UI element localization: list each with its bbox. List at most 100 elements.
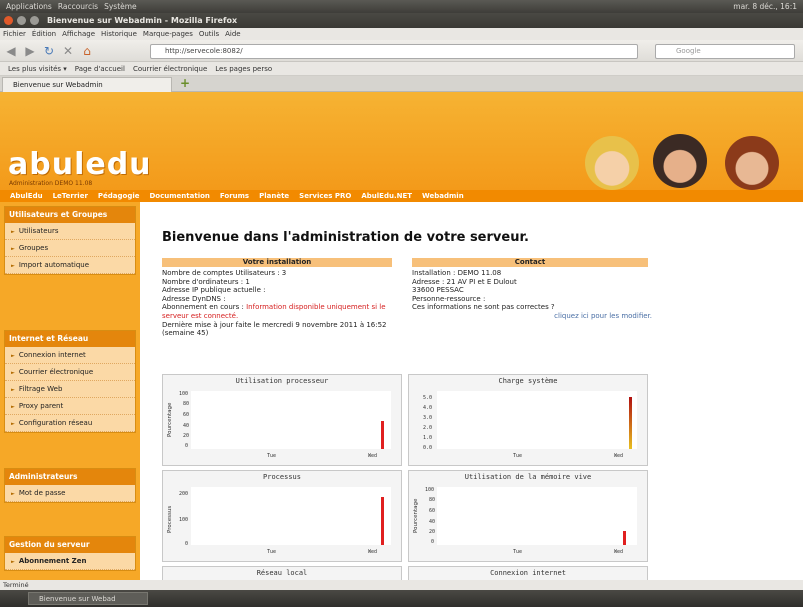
bookmark-personal-pages[interactable]: Les pages perso [215, 65, 272, 73]
chart-title: Connexion internet [490, 569, 566, 577]
sidebar-item-network-config[interactable]: Configuration réseau [5, 415, 135, 432]
menu-history[interactable]: Historique [101, 30, 137, 38]
contact-header: Contact [412, 258, 648, 267]
bookmark-most-visited[interactable]: Les plus visités ▾ [8, 65, 67, 73]
maximize-window-icon[interactable] [30, 16, 39, 25]
install-line: Adresse IP publique actuelle : [162, 286, 266, 295]
sidebar-section-title: Internet et Réseau [5, 331, 135, 347]
panel-menu-applications[interactable]: Applications [6, 2, 52, 11]
xtick: Tue [513, 549, 523, 555]
web-page: abuledu Administration DEMO 11.08 AbulEd… [0, 92, 803, 580]
ytick: 100 [179, 391, 189, 397]
ytick: 20 [429, 529, 436, 535]
sidebar-item-users[interactable]: Utilisateurs [5, 223, 135, 240]
toplink-forums[interactable]: Forums [220, 192, 249, 200]
new-tab-icon[interactable]: + [180, 76, 190, 90]
window-titlebar: Bienvenue sur Webadmin - Mozilla Firefox [0, 13, 803, 28]
back-icon[interactable]: ◀ [3, 43, 19, 59]
sidebar-section-server: Gestion du serveur Abonnement Zen [4, 536, 136, 571]
sidebar-item-groups[interactable]: Groupes [5, 240, 135, 257]
menu-edit[interactable]: Édition [32, 30, 56, 38]
sidebar-item-zen-subscription[interactable]: Abonnement Zen [5, 553, 135, 570]
taskbar-firefox-item[interactable]: Bienvenue sur Webad [28, 592, 148, 605]
chart-internet: Connexion internet [408, 566, 648, 580]
main-content: Bienvenue dans l'administration de votre… [150, 202, 803, 580]
toplink-webadmin[interactable]: Webadmin [422, 192, 464, 200]
ytick: 40 [429, 519, 436, 525]
sidebar-item-webfilter[interactable]: Filtrage Web [5, 381, 135, 398]
chart-title: Processus [263, 473, 301, 481]
sidebar-item-internet[interactable]: Connexion internet [5, 347, 135, 364]
sidebar-item-password[interactable]: Mot de passe [5, 485, 135, 502]
ytick: 4.0 [423, 405, 433, 411]
panel-menu-system[interactable]: Système [104, 2, 137, 11]
ytick: 80 [429, 497, 436, 503]
ytick: 3.0 [423, 415, 433, 421]
menu-tools[interactable]: Outils [199, 30, 219, 38]
sidebar-item-import[interactable]: Import automatique [5, 257, 135, 274]
ytick: 80 [183, 401, 190, 407]
edit-contact-link[interactable]: cliquez ici pour les modifier. [412, 312, 652, 321]
ytick: 1.0 [423, 435, 433, 441]
chart-ylabel: Pourcentage [167, 402, 173, 437]
xtick: Wed [614, 549, 624, 555]
chart-title: Utilisation de la mémoire vive [464, 473, 592, 481]
ytick: 0.0 [423, 445, 433, 451]
sidebar-item-mail[interactable]: Courrier électronique [5, 364, 135, 381]
subscription-line: Abonnement en cours : Information dispon… [162, 303, 394, 320]
abuledu-logo[interactable]: abuledu [8, 147, 152, 182]
toplink-planete[interactable]: Planète [259, 192, 289, 200]
site-top-links: AbulEdu LeTerrier Pédagogie Documentatio… [0, 190, 803, 202]
stop-icon[interactable]: ✕ [60, 43, 76, 59]
bookmark-mail[interactable]: Courrier électronique [133, 65, 207, 73]
ytick: 40 [183, 423, 190, 429]
address-bar[interactable]: http://servecole:8082/ [150, 44, 638, 59]
firefox-menubar: Fichier Édition Affichage Historique Mar… [0, 28, 803, 40]
contact-line: Adresse : 21 AV PI et E Dulout [412, 277, 517, 286]
tab-webadmin[interactable]: Bienvenue sur Webadmin [2, 77, 172, 92]
contact-line: 33600 PESSAC [412, 286, 464, 295]
contact-line: Installation : DEMO 11.08 [412, 269, 502, 277]
toplink-documentation[interactable]: Documentation [150, 192, 210, 200]
chart-cpu: Utilisation processeur Pourcentage 100 8… [162, 374, 402, 466]
contact-line: Ces informations ne sont pas correctes ? [412, 303, 555, 312]
ytick: 20 [183, 433, 190, 439]
bookmarks-toolbar: Les plus visités ▾ Page d'accueil Courri… [0, 62, 803, 76]
toplink-abuledu-net[interactable]: AbulEdu.NET [361, 192, 412, 200]
ytick: 100 [425, 487, 435, 493]
subscription-label: Abonnement en cours : [162, 303, 247, 312]
contact-info: Installation : DEMO 11.08 Adresse : 21 A… [412, 269, 652, 321]
minimize-window-icon[interactable] [17, 16, 26, 25]
menu-help[interactable]: Aide [225, 30, 240, 38]
panel-clock[interactable]: mar. 8 déc., 16:1 [733, 2, 797, 11]
xtick: Wed [614, 453, 624, 459]
menu-file[interactable]: Fichier [3, 30, 26, 38]
menu-view[interactable]: Affichage [62, 30, 95, 38]
install-line: Nombre d'ordinateurs : 1 [162, 277, 250, 286]
processes-bar [381, 497, 384, 545]
ytick: 200 [179, 491, 189, 497]
close-window-icon[interactable] [4, 16, 13, 25]
chart-processes: Processus Processus 200 100 0 Tue Wed [162, 470, 402, 562]
toplink-leterrier[interactable]: LeTerrier [53, 192, 88, 200]
desktop-taskbar: Bienvenue sur Webad [0, 590, 803, 607]
panel-menu-places[interactable]: Raccourcis [58, 2, 98, 11]
toplink-services-pro[interactable]: Services PRO [299, 192, 351, 200]
ytick: 100 [179, 517, 189, 523]
toplink-pedagogie[interactable]: Pédagogie [98, 192, 140, 200]
sidebar-item-proxy[interactable]: Proxy parent [5, 398, 135, 415]
reload-icon[interactable]: ↻ [41, 43, 57, 59]
xtick: Tue [513, 453, 523, 459]
ytick: 0 [185, 443, 189, 449]
chart-plot [437, 391, 637, 449]
toplink-abuledu[interactable]: AbulEdu [10, 192, 43, 200]
home-icon[interactable]: ⌂ [79, 43, 95, 59]
menu-bookmarks[interactable]: Marque-pages [143, 30, 193, 38]
ytick: 60 [429, 508, 436, 514]
bookmark-home[interactable]: Page d'accueil [75, 65, 125, 73]
install-header: Votre installation [162, 258, 392, 267]
chart-title: Réseau local [256, 569, 308, 577]
forward-icon[interactable]: ▶ [22, 43, 38, 59]
chart-plot [191, 487, 391, 545]
search-input[interactable]: Google [655, 44, 795, 59]
